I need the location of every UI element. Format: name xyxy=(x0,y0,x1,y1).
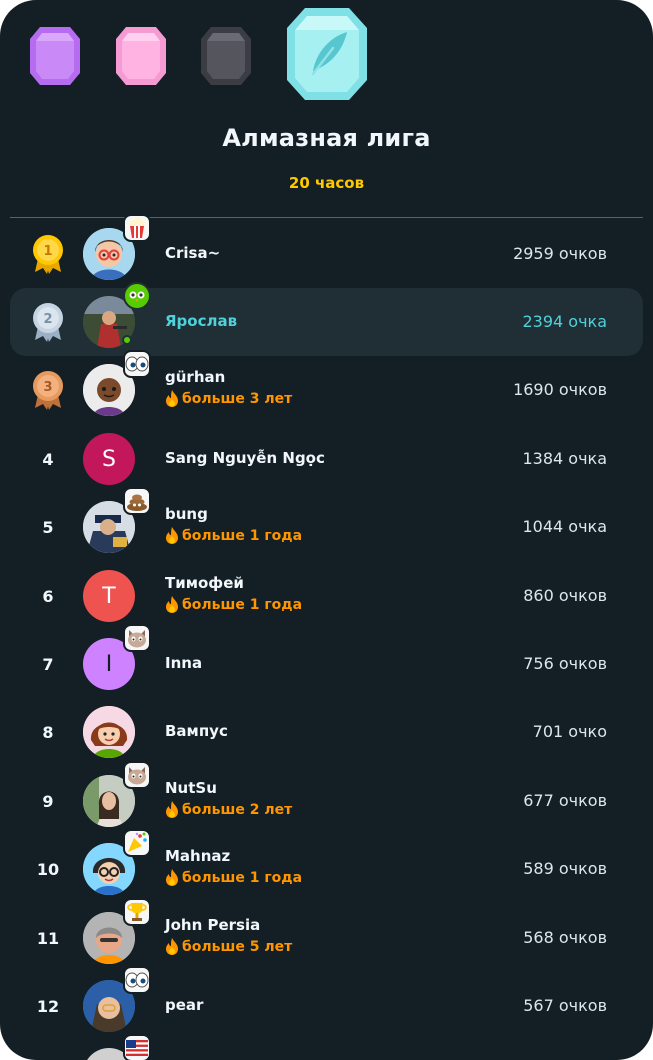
league-timer: 20 часов xyxy=(288,174,365,192)
user-points: 756 очков xyxy=(523,654,607,673)
svg-text:1: 1 xyxy=(43,244,52,259)
user-name[interactable]: Inna xyxy=(165,654,202,672)
eyes-icon xyxy=(123,350,151,378)
leaderboard-row[interactable]: 5 bung больше 1 года 1044 очка xyxy=(10,487,643,561)
user-points: 1690 очков xyxy=(513,380,607,399)
leaderboard-row[interactable]: 7 I Inna 756 очков xyxy=(10,624,643,698)
rank-number: 10 xyxy=(36,859,60,879)
svg-text:2: 2 xyxy=(43,312,52,327)
divider xyxy=(10,217,643,218)
rank-number: 9 xyxy=(42,791,54,811)
user-points: 589 очков xyxy=(523,859,607,878)
avatar[interactable]: Т xyxy=(83,570,135,622)
cat-icon xyxy=(123,761,151,789)
leaderboard-screen: Алмазная лига 20 часов 1 Crisa~ 2959 очк… xyxy=(0,0,653,1060)
streak-label: больше 1 года xyxy=(165,527,302,544)
leaderboard-row-partial[interactable] xyxy=(10,1034,643,1060)
streak-flame-icon xyxy=(166,527,178,544)
user-name[interactable]: Вампус xyxy=(165,722,228,740)
streak-label: больше 1 года xyxy=(165,596,302,613)
user-points: 860 очков xyxy=(523,586,607,605)
streak-text: больше 1 года xyxy=(182,869,303,886)
poop-emoji-icon xyxy=(123,487,151,515)
streak-flame-icon xyxy=(166,938,178,955)
user-points: 2959 очков xyxy=(513,244,607,263)
user-points: 677 очков xyxy=(523,791,607,810)
leaderboard-row[interactable]: 6 Т Тимофей больше 1 года 860 очков xyxy=(10,562,643,630)
user-name[interactable]: pear xyxy=(165,996,203,1014)
user-name[interactable]: Crisa~ xyxy=(165,244,220,262)
user-points: 568 очков xyxy=(523,928,607,947)
user-name[interactable]: bung xyxy=(165,505,208,523)
user-name[interactable]: Ярослав xyxy=(165,312,237,330)
user-name[interactable]: Mahnaz xyxy=(165,847,230,865)
leaderboard-row[interactable]: 8 Вампус 701 очко xyxy=(10,698,643,766)
silver-medal-icon: 2 xyxy=(30,302,66,342)
user-points: 2394 очка xyxy=(522,312,607,331)
streak-text: больше 5 лет xyxy=(182,938,293,955)
flag-icon xyxy=(123,1034,151,1060)
avatar[interactable] xyxy=(83,706,135,758)
user-name[interactable]: Sang Nguyễn Ngọc xyxy=(165,449,325,467)
streak-text: больше 3 лет xyxy=(182,390,293,407)
rank-number: 6 xyxy=(42,586,54,606)
rank-number: 11 xyxy=(36,928,60,948)
owl-icon xyxy=(123,282,151,310)
rank-number: 5 xyxy=(42,517,54,537)
amethyst-league-icon[interactable] xyxy=(28,25,82,87)
rank-number: 7 xyxy=(42,654,54,674)
svg-text:3: 3 xyxy=(43,380,52,395)
user-points: 567 очков xyxy=(523,996,607,1015)
league-badges xyxy=(0,0,653,110)
streak-label: больше 2 лет xyxy=(165,801,292,818)
gold-medal-icon: 1 xyxy=(30,234,66,274)
bronze-medal-icon: 3 xyxy=(30,370,66,410)
leaderboard-row[interactable]: 11 John Persia больше 5 лет 568 очков xyxy=(10,898,643,972)
party-popper-icon xyxy=(123,829,151,857)
streak-text: больше 2 лет xyxy=(182,801,293,818)
leaderboard-row[interactable]: 10 Mahnaz больше 1 года 589 очков xyxy=(10,829,643,903)
rank-number: 8 xyxy=(42,722,54,742)
eyes-icon xyxy=(123,966,151,994)
leaderboard-row-current-user[interactable]: 2 Ярослав 2394 очка xyxy=(10,282,643,356)
user-name[interactable]: gürhan xyxy=(165,368,225,386)
diamond-league-icon[interactable] xyxy=(285,6,369,102)
leaderboard-row[interactable]: 4 S Sang Nguyễn Ngọc 1384 очка xyxy=(10,425,643,493)
streak-label: больше 5 лет xyxy=(165,938,292,955)
user-points: 1044 очка xyxy=(522,517,607,536)
leaderboard-row[interactable]: 1 Crisa~ 2959 очков xyxy=(10,214,643,288)
leaderboard-row[interactable]: 12 pear 567 очков xyxy=(10,966,643,1040)
streak-label: больше 1 года xyxy=(165,869,302,886)
user-name[interactable]: NutSu xyxy=(165,779,217,797)
user-name[interactable]: John Persia xyxy=(165,916,260,934)
cat-icon xyxy=(123,624,151,652)
streak-flame-icon xyxy=(166,869,178,886)
streak-flame-icon xyxy=(166,596,178,613)
popcorn-icon xyxy=(123,214,151,242)
streak-text: больше 1 года xyxy=(182,596,303,613)
streak-flame-icon xyxy=(166,390,178,407)
league-title: Алмазная лига xyxy=(222,124,431,152)
leaderboard-row[interactable]: 9 NutSu больше 2 лет 677 очков xyxy=(10,761,643,835)
online-status-dot xyxy=(122,335,132,345)
streak-label: больше 3 лет xyxy=(165,390,292,407)
pearl-league-icon[interactable] xyxy=(114,25,168,87)
avatar[interactable]: S xyxy=(83,433,135,485)
obsidian-league-icon[interactable] xyxy=(199,25,253,87)
rank-number: 4 xyxy=(42,449,54,469)
streak-flame-icon xyxy=(166,801,178,818)
streak-text: больше 1 года xyxy=(182,527,303,544)
user-points: 1384 очка xyxy=(522,449,607,468)
rank-number: 12 xyxy=(36,996,60,1016)
user-points: 701 очко xyxy=(532,722,607,741)
trophy-icon xyxy=(123,898,151,926)
user-name[interactable]: Тимофей xyxy=(165,574,244,592)
leaderboard-row[interactable]: 3 gürhan больше 3 лет 1690 очков xyxy=(10,350,643,424)
